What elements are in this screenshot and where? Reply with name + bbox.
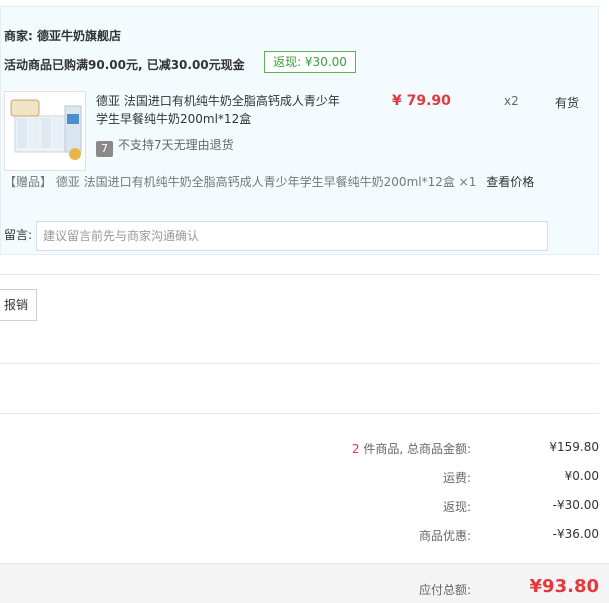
stock-status: 有货 bbox=[555, 96, 580, 110]
promo-text: 活动商品已购满90.00元, 已减30.00元现金 bbox=[4, 58, 245, 72]
total-label: 应付总额: bbox=[418, 583, 471, 597]
discount-label: 商品优惠: bbox=[418, 529, 471, 543]
rebate-value: -¥30.00 bbox=[552, 498, 599, 512]
note-label: 留言: bbox=[4, 228, 33, 242]
item-count: 2 bbox=[351, 442, 360, 456]
return-policy-text: 不支持7天无理由退货 bbox=[118, 138, 234, 152]
divider bbox=[0, 413, 599, 414]
gift-text: 德亚 法国进口有机纯牛奶全脂高钙成人青少年学生早餐纯牛奶200ml*12盒 ×1 bbox=[55, 175, 477, 189]
return-policy: 7 不支持7天无理由退货 bbox=[96, 136, 234, 157]
check-price-link[interactable]: 查看价格 bbox=[486, 175, 534, 189]
subtotal-label: 2 件商品, 总商品金额: bbox=[352, 440, 471, 457]
summary-subtotal-row: 2 件商品, 总商品金额: ¥159.80 bbox=[0, 440, 599, 458]
subtotal-value: ¥159.80 bbox=[549, 440, 599, 454]
discount-value: -¥36.00 bbox=[552, 527, 599, 541]
total-value: ¥93.80 bbox=[529, 576, 599, 597]
gift-tag: 【赠品】 bbox=[4, 175, 53, 189]
store-order-block: 商家: 德亚牛奶旗舰店 活动商品已购满90.00元, 已减30.00元现金 返现… bbox=[0, 6, 599, 255]
milk-box-image bbox=[5, 92, 85, 170]
shipping-label: 运费: bbox=[442, 471, 471, 485]
no-return-icon: 7 bbox=[96, 141, 113, 157]
rebate-label: 返现: bbox=[442, 500, 471, 514]
rebate-badge: 返现: ¥30.00 bbox=[264, 51, 356, 73]
item-count-suffix: 件商品, 总商品金额: bbox=[359, 442, 471, 456]
shipping-value: ¥0.00 bbox=[564, 469, 599, 483]
summary-shipping-row: 运费: ¥0.00 bbox=[0, 469, 599, 487]
product-title[interactable]: 德亚 法国进口有机纯牛奶全脂高钙成人青少年学生早餐纯牛奶200ml*12盒 bbox=[96, 92, 341, 128]
divider bbox=[0, 363, 599, 364]
divider bbox=[0, 274, 599, 275]
product-quantity: x2 bbox=[504, 94, 519, 108]
gift-line: 【赠品】 德亚 法国进口有机纯牛奶全脂高钙成人青少年学生早餐纯牛奶200ml*1… bbox=[4, 173, 534, 191]
product-price: ¥ 79.90 bbox=[392, 93, 451, 109]
note-input[interactable] bbox=[36, 221, 548, 251]
reimburse-button[interactable]: 报销 bbox=[0, 289, 37, 321]
merchant-name: 商家: 德亚牛奶旗舰店 bbox=[4, 29, 121, 43]
summary-rebate-row: 返现: -¥30.00 bbox=[0, 498, 599, 516]
summary-discount-row: 商品优惠: -¥36.00 bbox=[0, 527, 599, 545]
product-image[interactable] bbox=[4, 91, 86, 171]
total-bar: 应付总额: ¥93.80 bbox=[0, 563, 609, 603]
